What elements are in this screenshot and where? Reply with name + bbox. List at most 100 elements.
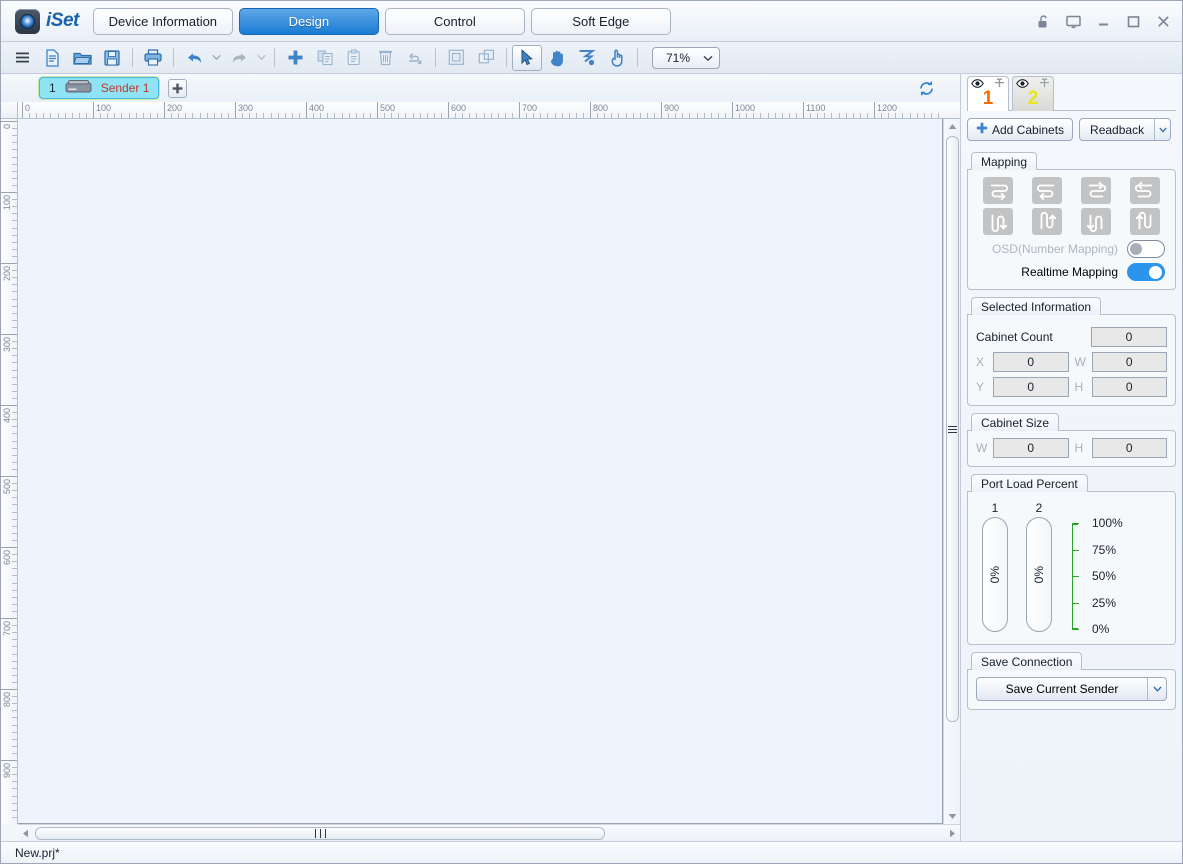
screen-icon[interactable] — [1065, 13, 1082, 30]
scroll-right-arrow-icon[interactable] — [945, 825, 960, 842]
chevron-down-icon[interactable] — [1147, 678, 1166, 700]
tab-soft-edge[interactable]: Soft Edge — [530, 7, 671, 35]
vertical-scroll-track[interactable] — [945, 134, 959, 809]
menu-icon[interactable] — [7, 45, 37, 71]
ruler-minor-tick — [12, 362, 17, 364]
ruler-minor-tick — [639, 113, 641, 118]
hand-pointer-tool-icon[interactable] — [602, 45, 632, 71]
ruler-minor-tick — [12, 731, 17, 733]
minimize-icon[interactable] — [1095, 13, 1112, 30]
open-folder-icon[interactable] — [67, 45, 97, 71]
maximize-icon[interactable] — [1125, 13, 1142, 30]
mapping-horizontal-s-3-icon[interactable] — [1081, 177, 1112, 204]
ruler-minor-tick — [12, 674, 17, 676]
w-value[interactable]: 0 — [1091, 352, 1167, 372]
x-value[interactable]: 0 — [993, 352, 1069, 372]
print-icon[interactable] — [138, 45, 168, 71]
ruler-corner — [1, 102, 18, 119]
screen-tab-1[interactable]: 1 — [967, 76, 1009, 111]
select-tool-icon[interactable] — [512, 44, 542, 71]
sender-tab-1[interactable]: 1 Sender 1 — [39, 77, 160, 99]
ruler-minor-tick — [866, 113, 868, 118]
design-canvas[interactable] — [18, 119, 943, 824]
tab-control[interactable]: Control — [384, 7, 525, 35]
vertical-scroll-thumb[interactable] — [946, 136, 959, 722]
ruler-label: 200 — [167, 103, 183, 113]
connect-tool-icon[interactable] — [572, 45, 602, 71]
tab-design[interactable]: Design — [238, 7, 379, 35]
ruler-minor-tick — [12, 646, 17, 648]
y-label: Y — [976, 380, 985, 394]
h-label: H — [1074, 380, 1084, 394]
cabinet-count-value[interactable]: 0 — [1091, 327, 1167, 347]
mapping-horizontal-s-4-icon[interactable] — [1130, 177, 1161, 204]
mapping-vertical-s-2-icon[interactable] — [1031, 208, 1062, 235]
ruler-minor-tick — [675, 113, 677, 118]
undo-icon[interactable] — [179, 45, 209, 71]
refresh-icon[interactable] — [916, 78, 936, 98]
canvas-wrapper — [18, 119, 943, 824]
scroll-corner — [1, 824, 18, 841]
pin-icon[interactable] — [994, 77, 1005, 91]
readback-button[interactable]: Readback — [1079, 118, 1172, 141]
ruler-minor-tick — [696, 113, 698, 118]
save-connection-group: Save Connection Save Current Sender — [967, 652, 1176, 710]
h-value[interactable]: 0 — [1091, 377, 1167, 397]
ruler-minor-tick — [12, 213, 17, 215]
mapping-vertical-s-3-icon[interactable] — [1081, 208, 1112, 235]
ruler-minor-tick — [597, 113, 599, 118]
zoom-level-select[interactable]: 71% — [652, 46, 720, 69]
screen-tab-2[interactable]: 2 — [1012, 76, 1054, 111]
mapping-horizontal-s-2-icon[interactable] — [1031, 177, 1062, 204]
sender-tab-index: 1 — [49, 81, 56, 95]
save-current-sender-button[interactable]: Save Current Sender — [976, 677, 1167, 701]
cabinet-width-value[interactable]: 0 — [993, 438, 1069, 458]
chevron-down-icon[interactable] — [1154, 119, 1170, 140]
save-icon[interactable] — [97, 45, 127, 71]
ruler-minor-tick — [433, 113, 435, 118]
lock-open-icon[interactable] — [1035, 13, 1052, 30]
horizontal-scroll-thumb[interactable] — [35, 827, 605, 840]
canvas-vertical-scrollbar[interactable] — [943, 119, 960, 824]
ruler-minor-tick — [12, 610, 17, 612]
pin-icon[interactable] — [1039, 77, 1050, 91]
ruler-minor-tick — [12, 660, 17, 662]
undo-dropdown-icon[interactable] — [209, 45, 224, 71]
scroll-up-arrow-icon[interactable] — [944, 119, 961, 134]
pan-tool-icon[interactable] — [542, 45, 572, 71]
ruler-minor-tick — [739, 113, 741, 118]
close-icon[interactable] — [1155, 13, 1172, 30]
cabinet-height-value[interactable]: 0 — [1091, 438, 1167, 458]
ruler-minor-tick — [12, 149, 17, 151]
y-value[interactable]: 0 — [993, 377, 1069, 397]
ruler-minor-tick — [12, 582, 17, 584]
tab-device-information[interactable]: Device Information — [92, 7, 233, 35]
ruler-minor-tick — [12, 291, 17, 293]
add-cabinets-button[interactable]: Add Cabinets — [967, 118, 1074, 141]
ruler-label: 600 — [2, 550, 12, 566]
port-gauge-1: 1 0% — [978, 501, 1012, 632]
port-1-value: 0% — [988, 565, 1002, 584]
scroll-left-arrow-icon[interactable] — [18, 825, 33, 842]
canvas-horizontal-scrollbar[interactable] — [18, 824, 960, 841]
port-1-tube: 0% — [982, 517, 1008, 632]
osd-toggle[interactable] — [1127, 240, 1165, 258]
ruler-label: 400 — [309, 103, 325, 113]
add-sender-button[interactable] — [168, 78, 188, 98]
scroll-down-arrow-icon[interactable] — [944, 809, 961, 824]
scale-label: 100% — [1092, 516, 1123, 530]
mapping-vertical-s-1-icon[interactable] — [982, 208, 1013, 235]
mapping-horizontal-s-1-icon[interactable] — [982, 177, 1013, 204]
add-icon[interactable] — [280, 45, 310, 71]
osd-toggle-row: OSD(Number Mapping) — [976, 235, 1167, 258]
new-file-icon[interactable] — [37, 45, 67, 71]
ruler-minor-tick — [12, 419, 17, 421]
ruler-minor-tick — [12, 135, 17, 137]
mapping-vertical-s-4-icon[interactable] — [1130, 208, 1161, 235]
scale-tick — [1072, 576, 1079, 577]
ruler-minor-tick — [419, 113, 421, 118]
realtime-toggle[interactable] — [1127, 263, 1165, 281]
port-1-number: 1 — [991, 501, 999, 515]
screen-tab-number: 2 — [1027, 88, 1039, 109]
sender-device-icon — [65, 79, 92, 97]
